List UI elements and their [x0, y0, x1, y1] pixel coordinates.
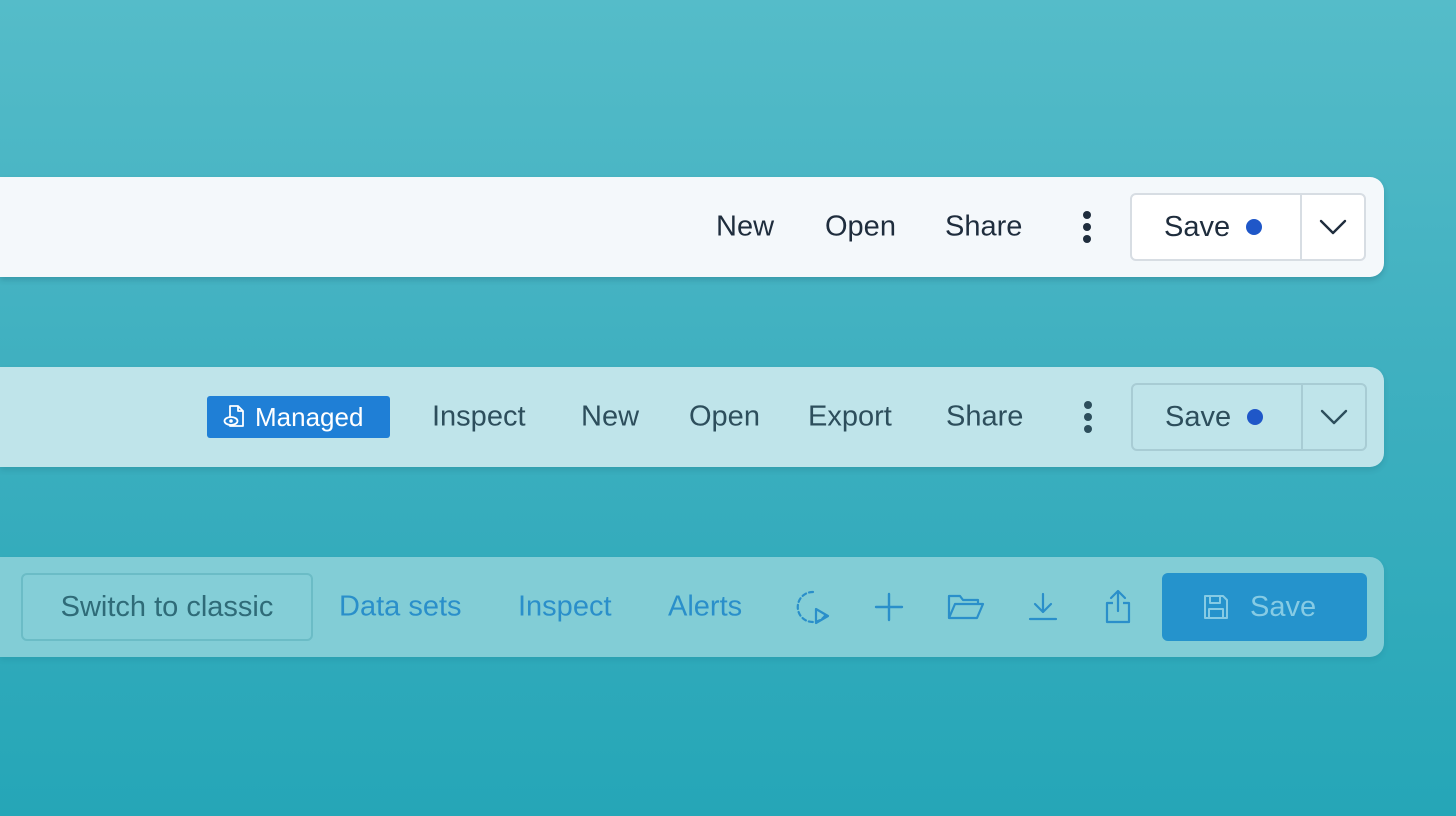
save-options-chevron-down-icon[interactable] [1301, 385, 1365, 449]
folder-open-icon[interactable] [946, 587, 986, 627]
share-upload-icon[interactable] [1098, 587, 1138, 627]
save-button[interactable]: Save [1133, 385, 1301, 449]
save-button[interactable]: Save [1162, 573, 1367, 641]
share-menu-item[interactable]: Share [945, 211, 1022, 244]
toolbar-tinted: Managed Inspect New Open Export Share Sa… [0, 367, 1384, 467]
new-menu-item[interactable]: New [581, 401, 639, 434]
more-options-icon[interactable] [1078, 397, 1098, 437]
alerts-link[interactable]: Alerts [668, 591, 742, 624]
save-label: Save [1165, 400, 1232, 433]
open-menu-item[interactable]: Open [689, 401, 760, 434]
new-menu-item[interactable]: New [716, 211, 774, 244]
unsaved-changes-dot [1246, 219, 1263, 235]
toolbar-light: New Open Share Save [0, 177, 1384, 277]
data-sets-link[interactable]: Data sets [339, 591, 462, 624]
download-icon[interactable] [1023, 587, 1063, 627]
managed-badge-label: Managed [255, 401, 364, 432]
recent-play-icon[interactable] [793, 587, 833, 627]
managed-file-eye-icon [223, 405, 244, 427]
inspect-menu-item[interactable]: Inspect [432, 401, 526, 434]
save-button[interactable]: Save [1132, 195, 1300, 259]
inspect-link[interactable]: Inspect [518, 591, 612, 624]
plus-icon[interactable] [869, 587, 909, 627]
share-menu-item[interactable]: Share [946, 401, 1023, 434]
save-split-button: Save [1130, 193, 1366, 261]
switch-to-classic-button[interactable]: Switch to classic [21, 573, 313, 641]
managed-badge: Managed [207, 396, 390, 438]
save-label: Save [1250, 590, 1317, 623]
save-options-chevron-down-icon[interactable] [1300, 195, 1364, 259]
save-label: Save [1164, 210, 1231, 243]
more-options-icon[interactable] [1077, 207, 1097, 247]
floppy-disk-icon [1204, 595, 1228, 619]
switch-to-classic-label: Switch to classic [60, 590, 274, 623]
save-split-button: Save [1131, 383, 1367, 451]
open-menu-item[interactable]: Open [825, 211, 896, 244]
unsaved-changes-dot [1247, 409, 1264, 425]
export-menu-item[interactable]: Export [808, 401, 892, 434]
toolbar-teal: Switch to classic Data sets Inspect Aler… [0, 557, 1384, 657]
